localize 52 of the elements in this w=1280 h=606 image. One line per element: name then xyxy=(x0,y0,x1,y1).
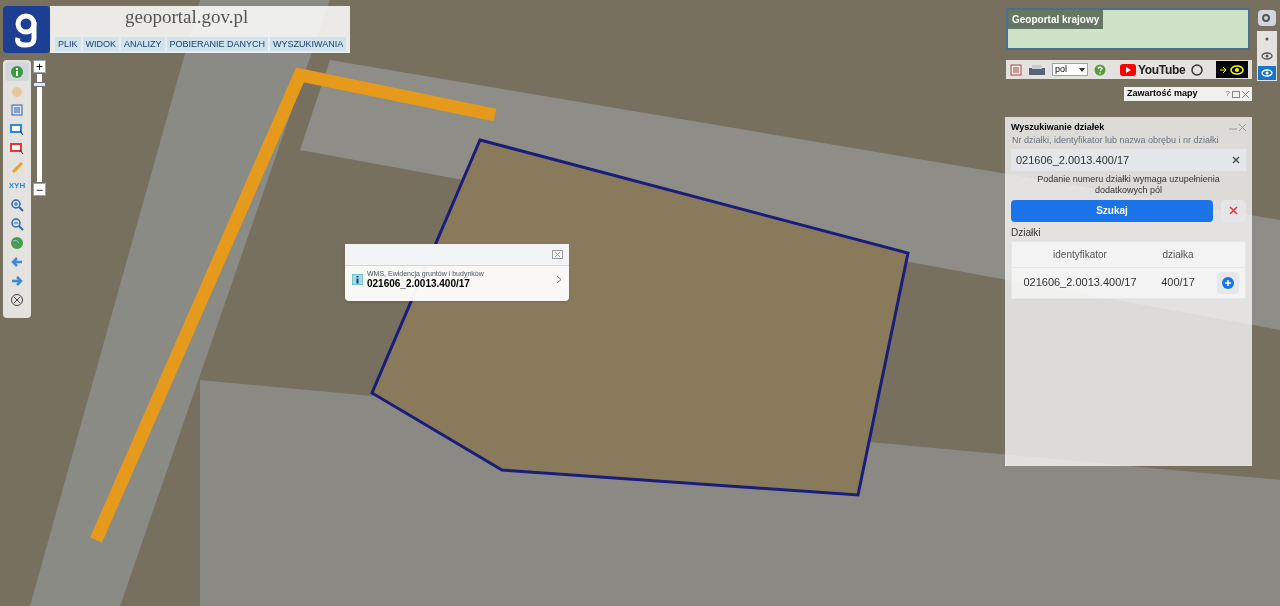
zoom-out-button[interactable]: − xyxy=(33,183,46,196)
close-icon xyxy=(1229,206,1238,215)
search-field[interactable]: 021606_2.0013.400/17 xyxy=(1011,148,1246,171)
info-icon[interactable] xyxy=(5,62,29,81)
column-header[interactable]: identyfikator xyxy=(1012,246,1148,262)
table-cell-text: 400/17 xyxy=(1160,275,1196,291)
close-icon[interactable] xyxy=(1242,90,1249,98)
menu-item[interactable]: POBIERANIE DANYCH xyxy=(166,37,269,51)
zoom-in-button[interactable]: + xyxy=(33,60,46,73)
eye-icon xyxy=(1261,68,1273,77)
info-icon xyxy=(352,274,363,285)
help-button[interactable]: ? xyxy=(1225,88,1230,100)
menu-item[interactable]: ANALIZY xyxy=(121,37,165,51)
overview-title: Geoportal krajowy xyxy=(1008,10,1104,29)
zoom-slider-thumb[interactable] xyxy=(33,82,46,88)
menu-item[interactable]: PLIK xyxy=(55,37,81,51)
contrast-toggle[interactable] xyxy=(1216,61,1248,78)
panel-title: Zawartość mapy xyxy=(1127,87,1198,101)
play-icon xyxy=(1120,63,1136,76)
clear-icon[interactable] xyxy=(1232,155,1240,164)
hint-text: Podanie numeru działki wymaga uzupełnienia dodatkowych pól xyxy=(1036,173,1221,196)
list-icon[interactable] xyxy=(1010,63,1022,76)
dot-icon xyxy=(1265,37,1269,42)
arrow-icon xyxy=(1220,66,1227,73)
close-icon[interactable] xyxy=(1239,124,1246,132)
section-label: Działki xyxy=(1011,225,1042,240)
menu-item[interactable]: WIDOK xyxy=(82,37,119,51)
help-icon[interactable] xyxy=(1094,63,1106,76)
search-button[interactable]: Szukaj xyxy=(1011,199,1213,222)
caret-icon xyxy=(1079,67,1085,72)
add-button[interactable] xyxy=(1217,271,1239,294)
site-title[interactable]: geoportal.gov.pl xyxy=(55,6,347,28)
column-header[interactable]: działka xyxy=(1148,246,1208,262)
geoportal-logo[interactable] xyxy=(3,6,50,53)
eye-button[interactable] xyxy=(1258,65,1276,80)
printer-icon[interactable] xyxy=(1028,63,1046,76)
plus-icon xyxy=(1222,276,1234,289)
overview-map[interactable]: Geoportal krajowy xyxy=(1006,8,1250,50)
chevron-icon xyxy=(556,275,562,284)
parcel-id: 021606_2.0013.400/17 xyxy=(367,278,471,290)
field-label: Nr działki, identyfikator lub nazwa obrębu i nr działki xyxy=(1012,133,1219,147)
eye-icon xyxy=(1261,52,1273,60)
maximize-icon[interactable] xyxy=(1232,90,1240,98)
panel-title: Wyszukiwanie działek xyxy=(1011,121,1105,134)
reset-button[interactable] xyxy=(1221,199,1246,222)
map-content-panel[interactable]: Zawartość mapy ? xyxy=(1124,87,1252,101)
youtube-link[interactable]: YouTube xyxy=(1120,60,1186,79)
menu-item[interactable]: WYSZUKIWANIA xyxy=(270,37,347,51)
table-cell-text: 021606_2.0013.400/17 xyxy=(1022,275,1138,291)
eye-icon xyxy=(1230,64,1244,75)
language-select[interactable]: pol xyxy=(1052,63,1088,76)
close-icon[interactable] xyxy=(552,250,563,259)
